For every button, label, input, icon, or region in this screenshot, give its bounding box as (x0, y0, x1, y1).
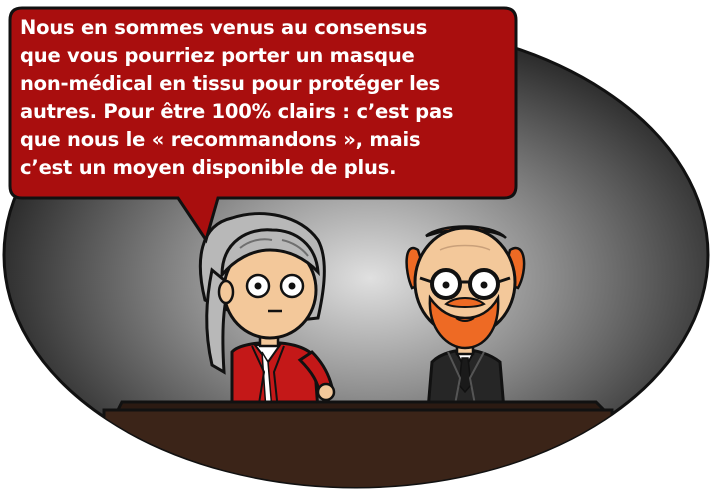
speech-bubble-text: Nous en sommes venus au consensus que vo… (20, 16, 454, 179)
podium (102, 400, 614, 487)
comic-panel: Nous en sommes venus au consensus que vo… (0, 0, 711, 490)
